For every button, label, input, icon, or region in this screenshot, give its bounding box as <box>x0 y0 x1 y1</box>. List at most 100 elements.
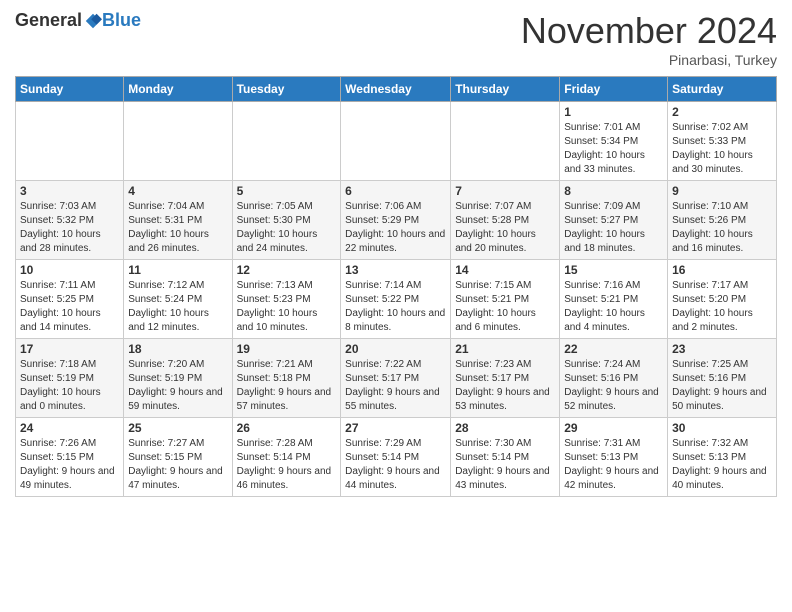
day-number: 8 <box>564 184 663 198</box>
day-number: 23 <box>672 342 772 356</box>
day-info: Sunrise: 7:30 AM Sunset: 5:14 PM Dayligh… <box>455 437 555 493</box>
day-number: 29 <box>564 421 663 435</box>
day-info: Sunrise: 7:24 AM Sunset: 5:16 PM Dayligh… <box>564 358 663 414</box>
day-number: 10 <box>20 263 119 277</box>
calendar-day-cell <box>124 102 232 181</box>
day-info: Sunrise: 7:28 AM Sunset: 5:14 PM Dayligh… <box>237 437 337 493</box>
day-info: Sunrise: 7:26 AM Sunset: 5:15 PM Dayligh… <box>20 437 119 493</box>
calendar-day-cell: 9 Sunrise: 7:10 AM Sunset: 5:26 PM Daylig… <box>668 181 777 260</box>
logo-blue: Blue <box>102 10 141 31</box>
day-number: 18 <box>128 342 227 356</box>
calendar-day-cell: 8 Sunrise: 7:09 AM Sunset: 5:27 PM Daylig… <box>560 181 668 260</box>
calendar-day-header: Thursday <box>451 77 560 102</box>
day-number: 26 <box>237 421 337 435</box>
calendar-day-cell: 22 Sunrise: 7:24 AM Sunset: 5:16 PM Dayli… <box>560 339 668 418</box>
day-info: Sunrise: 7:09 AM Sunset: 5:27 PM Dayligh… <box>564 200 663 256</box>
day-number: 9 <box>672 184 772 198</box>
day-number: 17 <box>20 342 119 356</box>
calendar-day-cell: 27 Sunrise: 7:29 AM Sunset: 5:14 PM Dayli… <box>341 418 451 497</box>
calendar-day-cell: 14 Sunrise: 7:15 AM Sunset: 5:21 PM Dayli… <box>451 260 560 339</box>
day-info: Sunrise: 7:01 AM Sunset: 5:34 PM Dayligh… <box>564 121 663 177</box>
calendar-day-cell: 3 Sunrise: 7:03 AM Sunset: 5:32 PM Daylig… <box>16 181 124 260</box>
day-number: 19 <box>237 342 337 356</box>
day-info: Sunrise: 7:11 AM Sunset: 5:25 PM Dayligh… <box>20 279 119 335</box>
day-number: 1 <box>564 105 663 119</box>
calendar-day-cell: 1 Sunrise: 7:01 AM Sunset: 5:34 PM Daylig… <box>560 102 668 181</box>
day-info: Sunrise: 7:18 AM Sunset: 5:19 PM Dayligh… <box>20 358 119 414</box>
day-number: 5 <box>237 184 337 198</box>
calendar-week-row: 10 Sunrise: 7:11 AM Sunset: 5:25 PM Dayli… <box>16 260 777 339</box>
day-info: Sunrise: 7:31 AM Sunset: 5:13 PM Dayligh… <box>564 437 663 493</box>
calendar-day-cell <box>16 102 124 181</box>
calendar-week-row: 17 Sunrise: 7:18 AM Sunset: 5:19 PM Dayli… <box>16 339 777 418</box>
logo: General Blue <box>15 10 141 31</box>
day-info: Sunrise: 7:25 AM Sunset: 5:16 PM Dayligh… <box>672 358 772 414</box>
calendar-day-cell: 16 Sunrise: 7:17 AM Sunset: 5:20 PM Dayli… <box>668 260 777 339</box>
location-subtitle: Pinarbasi, Turkey <box>521 52 777 68</box>
day-info: Sunrise: 7:07 AM Sunset: 5:28 PM Dayligh… <box>455 200 555 256</box>
day-info: Sunrise: 7:29 AM Sunset: 5:14 PM Dayligh… <box>345 437 446 493</box>
day-info: Sunrise: 7:12 AM Sunset: 5:24 PM Dayligh… <box>128 279 227 335</box>
calendar-day-cell: 25Sunrise: 7:27 AM Sunset: 5:15 PM Dayli… <box>124 418 232 497</box>
day-number: 25 <box>128 421 227 435</box>
day-info: Sunrise: 7:10 AM Sunset: 5:26 PM Dayligh… <box>672 200 772 256</box>
calendar-day-cell: 13 Sunrise: 7:14 AM Sunset: 5:22 PM Dayli… <box>341 260 451 339</box>
day-number: 13 <box>345 263 446 277</box>
day-info: Sunrise: 7:15 AM Sunset: 5:21 PM Dayligh… <box>455 279 555 335</box>
day-number: 24 <box>20 421 119 435</box>
day-number: 15 <box>564 263 663 277</box>
day-info: Sunrise: 7:22 AM Sunset: 5:17 PM Dayligh… <box>345 358 446 414</box>
calendar-week-row: 24 Sunrise: 7:26 AM Sunset: 5:15 PM Dayli… <box>16 418 777 497</box>
calendar-day-cell: 10 Sunrise: 7:11 AM Sunset: 5:25 PM Dayli… <box>16 260 124 339</box>
calendar-week-row: 1 Sunrise: 7:01 AM Sunset: 5:34 PM Daylig… <box>16 102 777 181</box>
day-info: Sunrise: 7:32 AM Sunset: 5:13 PM Dayligh… <box>672 437 772 493</box>
calendar-day-cell: 18 Sunrise: 7:20 AM Sunset: 5:19 PM Dayli… <box>124 339 232 418</box>
calendar-table: SundayMondayTuesdayWednesdayThursdayFrid… <box>15 76 777 497</box>
logo-icon <box>84 12 102 30</box>
day-info: Sunrise: 7:03 AM Sunset: 5:32 PM Dayligh… <box>20 200 119 256</box>
day-info: Sunrise: 7:20 AM Sunset: 5:19 PM Dayligh… <box>128 358 227 414</box>
page-header: General Blue November 2024 Pinarbasi, Tu… <box>15 10 777 68</box>
calendar-day-cell: 26 Sunrise: 7:28 AM Sunset: 5:14 PM Dayli… <box>232 418 341 497</box>
day-number: 28 <box>455 421 555 435</box>
day-number: 27 <box>345 421 446 435</box>
calendar-day-cell: 29 Sunrise: 7:31 AM Sunset: 5:13 PM Dayli… <box>560 418 668 497</box>
day-number: 22 <box>564 342 663 356</box>
calendar-day-header: Tuesday <box>232 77 341 102</box>
calendar-day-cell: 28 Sunrise: 7:30 AM Sunset: 5:14 PM Dayli… <box>451 418 560 497</box>
month-title: November 2024 <box>521 10 777 52</box>
day-info: Sunrise: 7:21 AM Sunset: 5:18 PM Dayligh… <box>237 358 337 414</box>
calendar-day-cell: 20 Sunrise: 7:22 AM Sunset: 5:17 PM Dayli… <box>341 339 451 418</box>
calendar-day-header: Monday <box>124 77 232 102</box>
calendar-day-cell: 17 Sunrise: 7:18 AM Sunset: 5:19 PM Dayli… <box>16 339 124 418</box>
calendar-day-header: Sunday <box>16 77 124 102</box>
calendar-day-cell: 12Sunrise: 7:13 AM Sunset: 5:23 PM Dayli… <box>232 260 341 339</box>
day-info: Sunrise: 7:05 AM Sunset: 5:30 PM Dayligh… <box>237 200 337 256</box>
calendar-day-cell: 7Sunrise: 7:07 AM Sunset: 5:28 PM Daylig… <box>451 181 560 260</box>
day-number: 16 <box>672 263 772 277</box>
day-info: Sunrise: 7:13 AM Sunset: 5:23 PM Dayligh… <box>237 279 337 335</box>
calendar-day-cell: 5 Sunrise: 7:05 AM Sunset: 5:30 PM Daylig… <box>232 181 341 260</box>
day-number: 14 <box>455 263 555 277</box>
day-info: Sunrise: 7:14 AM Sunset: 5:22 PM Dayligh… <box>345 279 446 335</box>
day-info: Sunrise: 7:04 AM Sunset: 5:31 PM Dayligh… <box>128 200 227 256</box>
calendar-day-header: Friday <box>560 77 668 102</box>
day-info: Sunrise: 7:17 AM Sunset: 5:20 PM Dayligh… <box>672 279 772 335</box>
calendar-day-cell: 21 Sunrise: 7:23 AM Sunset: 5:17 PM Dayli… <box>451 339 560 418</box>
day-info: Sunrise: 7:06 AM Sunset: 5:29 PM Dayligh… <box>345 200 446 256</box>
calendar-day-cell: 2Sunrise: 7:02 AM Sunset: 5:33 PM Daylig… <box>668 102 777 181</box>
day-info: Sunrise: 7:23 AM Sunset: 5:17 PM Dayligh… <box>455 358 555 414</box>
calendar-day-cell: 6Sunrise: 7:06 AM Sunset: 5:29 PM Daylig… <box>341 181 451 260</box>
day-number: 20 <box>345 342 446 356</box>
day-number: 21 <box>455 342 555 356</box>
title-block: November 2024 Pinarbasi, Turkey <box>521 10 777 68</box>
day-number: 3 <box>20 184 119 198</box>
calendar-day-cell <box>451 102 560 181</box>
calendar-day-cell <box>232 102 341 181</box>
calendar-day-cell <box>341 102 451 181</box>
calendar-day-cell: 23 Sunrise: 7:25 AM Sunset: 5:16 PM Dayli… <box>668 339 777 418</box>
calendar-week-row: 3 Sunrise: 7:03 AM Sunset: 5:32 PM Daylig… <box>16 181 777 260</box>
calendar-day-cell: 30 Sunrise: 7:32 AM Sunset: 5:13 PM Dayli… <box>668 418 777 497</box>
day-number: 30 <box>672 421 772 435</box>
day-number: 4 <box>128 184 227 198</box>
